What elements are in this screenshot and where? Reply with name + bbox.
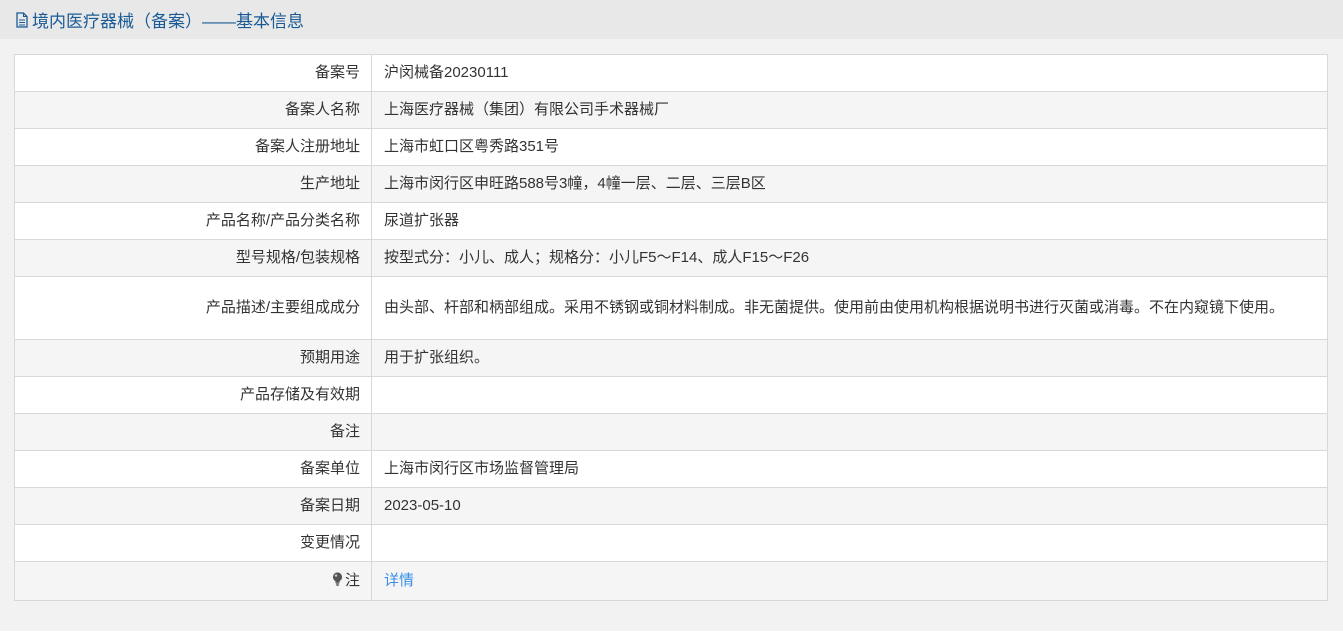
field-value: 按型式分：小儿、成人；规格分：小儿F5～F14、成人F15～F26 xyxy=(371,239,1328,277)
field-value: 上海市虹口区粤秀路351号 xyxy=(371,128,1328,166)
table-row: 产品名称/产品分类名称 尿道扩张器 xyxy=(14,202,1328,240)
field-value xyxy=(371,413,1328,451)
field-label: 备案日期 xyxy=(14,487,372,525)
table-row: 型号规格/包装规格 按型式分：小儿、成人；规格分：小儿F5～F14、成人F15～… xyxy=(14,239,1328,277)
page-bottom xyxy=(0,631,1343,644)
table-row: 产品存储及有效期 xyxy=(14,376,1328,414)
table-row: 预期用途 用于扩张组织。 xyxy=(14,339,1328,377)
lightbulb-icon xyxy=(332,571,343,586)
field-label: 生产地址 xyxy=(14,165,372,203)
field-value xyxy=(371,376,1328,414)
field-value: 用于扩张组织。 xyxy=(371,339,1328,377)
table-row-note: 注 详情 xyxy=(14,561,1328,601)
field-label: 产品描述/主要组成成分 xyxy=(14,276,372,340)
field-value: 沪闵械备20230111 xyxy=(371,54,1328,92)
field-label: 产品名称/产品分类名称 xyxy=(14,202,372,240)
table-row: 备注 xyxy=(14,413,1328,451)
field-label: 备案号 xyxy=(14,54,372,92)
note-label: 注 xyxy=(344,572,360,589)
field-label: 备注 xyxy=(14,413,372,451)
table-row: 备案号 沪闵械备20230111 xyxy=(14,54,1328,92)
field-value: 上海医疗器械（集团）有限公司手术器械厂 xyxy=(371,91,1328,129)
field-value xyxy=(371,524,1328,562)
field-label: 备案人名称 xyxy=(14,91,372,129)
table-row: 生产地址 上海市闵行区申旺路588号3幢，4幢一层、二层、三层B区 xyxy=(14,165,1328,203)
table-row: 备案日期 2023-05-10 xyxy=(14,487,1328,525)
document-icon xyxy=(15,11,29,28)
field-label: 备案单位 xyxy=(14,450,372,488)
field-value: 上海市闵行区申旺路588号3幢，4幢一层、二层、三层B区 xyxy=(371,165,1328,203)
table-row: 备案单位 上海市闵行区市场监督管理局 xyxy=(14,450,1328,488)
field-value: 2023-05-10 xyxy=(371,487,1328,525)
table-row: 备案人名称 上海医疗器械（集团）有限公司手术器械厂 xyxy=(14,91,1328,129)
page-title: 境内医疗器械（备案）——基本信息 xyxy=(15,7,304,32)
page-header: 境内医疗器械（备案）——基本信息 xyxy=(0,0,1343,39)
table-row: 变更情况 xyxy=(14,524,1328,562)
info-panel: 备案号 沪闵械备20230111 备案人名称 上海医疗器械（集团）有限公司手术器… xyxy=(0,39,1343,631)
field-value: 尿道扩张器 xyxy=(371,202,1328,240)
note-value-cell: 详情 xyxy=(371,561,1328,601)
field-label: 型号规格/包装规格 xyxy=(14,239,372,277)
field-label: 产品存储及有效期 xyxy=(14,376,372,414)
table-row: 备案人注册地址 上海市虹口区粤秀路351号 xyxy=(14,128,1328,166)
note-label-cell: 注 xyxy=(14,561,372,601)
field-value: 上海市闵行区市场监督管理局 xyxy=(371,450,1328,488)
table-row: 产品描述/主要组成成分 由头部、杆部和柄部组成。采用不锈钢或铜材料制成。非无菌提… xyxy=(14,276,1328,340)
field-label: 备案人注册地址 xyxy=(14,128,372,166)
basic-info-table: 备案号 沪闵械备20230111 备案人名称 上海医疗器械（集团）有限公司手术器… xyxy=(14,54,1328,601)
detail-link[interactable]: 详情 xyxy=(384,572,414,589)
field-label: 预期用途 xyxy=(14,339,372,377)
field-value: 由头部、杆部和柄部组成。采用不锈钢或铜材料制成。非无菌提供。使用前由使用机构根据… xyxy=(371,276,1328,340)
field-label: 变更情况 xyxy=(14,524,372,562)
page-title-text: 境内医疗器械（备案）——基本信息 xyxy=(32,12,304,31)
